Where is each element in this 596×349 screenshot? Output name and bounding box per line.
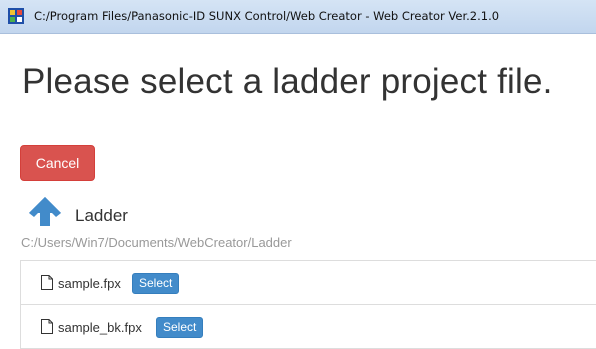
- select-file-button[interactable]: Select: [132, 273, 180, 294]
- web-creator-app-icon: [8, 8, 24, 24]
- current-folder-path: C:/Users/Win7/Documents/WebCreator/Ladde…: [21, 235, 292, 250]
- file-list: sample.fpx Select sample_bk.fpx Select: [20, 260, 596, 349]
- window-title: C:/Program Files/Panasonic-ID SUNX Contr…: [34, 9, 500, 23]
- window-titlebar: C:/Program Files/Panasonic-ID SUNX Contr…: [0, 0, 596, 34]
- file-icon: [41, 319, 53, 334]
- file-row: sample_bk.fpx Select: [20, 305, 596, 349]
- page-title: Please select a ladder project file.: [22, 62, 553, 101]
- file-row: sample.fpx Select: [20, 261, 596, 305]
- file-name: sample_bk.fpx: [58, 320, 142, 335]
- file-name: sample.fpx: [58, 276, 121, 291]
- file-icon: [41, 275, 53, 290]
- current-folder-name: Ladder: [75, 206, 128, 225]
- arrow-up-icon[interactable]: [28, 196, 62, 226]
- cancel-button[interactable]: Cancel: [20, 145, 95, 181]
- select-file-button[interactable]: Select: [156, 317, 204, 338]
